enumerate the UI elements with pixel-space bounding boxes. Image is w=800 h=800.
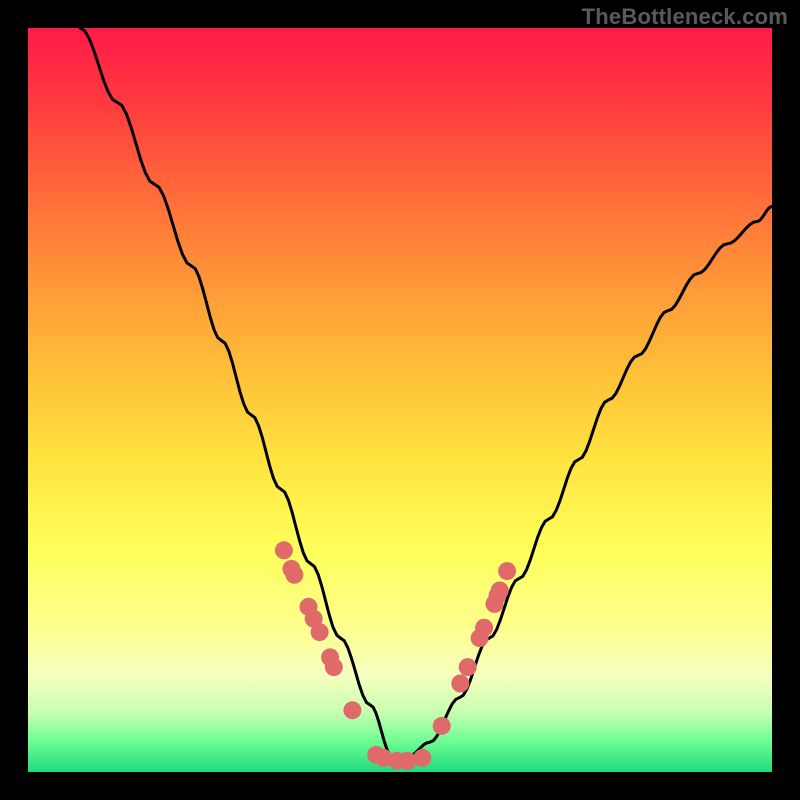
data-point <box>491 582 509 600</box>
data-point <box>285 566 303 584</box>
data-point <box>498 562 516 580</box>
watermark-text: TheBottleneck.com <box>582 4 788 30</box>
data-point <box>398 752 416 770</box>
plot-area <box>28 28 772 772</box>
data-point <box>343 701 361 719</box>
data-point <box>451 675 469 693</box>
data-point <box>275 541 293 559</box>
data-point <box>413 749 431 767</box>
data-point <box>433 717 451 735</box>
data-point <box>311 623 329 641</box>
chart-frame: TheBottleneck.com <box>0 0 800 800</box>
data-point <box>459 658 477 676</box>
data-point <box>475 619 493 637</box>
bottleneck-curve-svg <box>28 28 772 772</box>
data-point <box>325 658 343 676</box>
bottleneck-curve <box>80 28 772 757</box>
